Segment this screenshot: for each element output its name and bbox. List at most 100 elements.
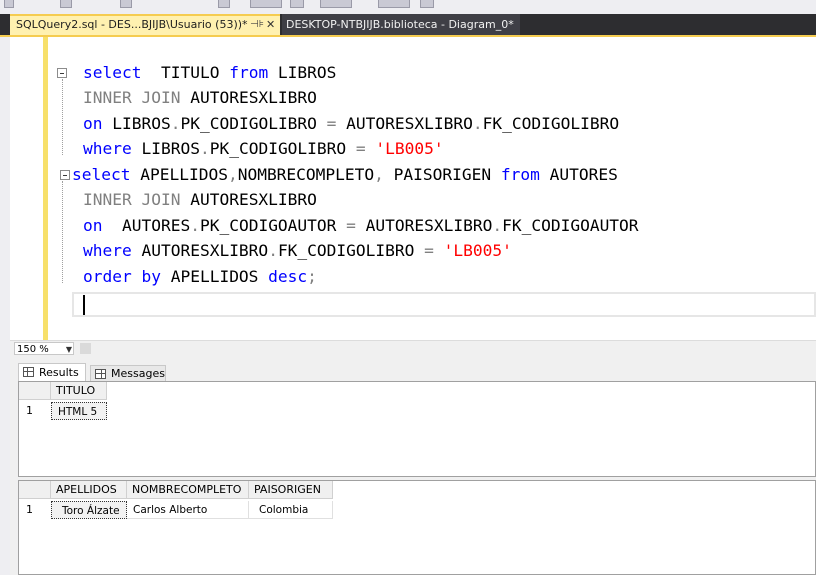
result-grid-2[interactable]: APELLIDOS NOMBRECOMPLETO PAISORIGEN 1 To…	[18, 480, 816, 575]
row-number[interactable]: 1	[19, 501, 51, 519]
toolbar-button[interactable]	[218, 0, 230, 8]
pin-icon[interactable]: ⊣⊧	[250, 16, 264, 34]
tab-label: DESKTOP-NTBJIJB.biblioteca - Diagram_0*	[286, 18, 514, 31]
toolbar-button[interactable]	[378, 0, 410, 8]
code-line: INNER JOIN AUTORESXLIBRO	[83, 187, 317, 213]
cell-apellidos[interactable]: Toro Álzate	[51, 501, 127, 519]
tab-label: SQLQuery2.sql - DES...BJIJB\Usuario (53)…	[16, 18, 248, 31]
code-line: where LIBROS.PK_CODIGOLIBRO = 'LB005'	[83, 136, 444, 162]
toolbar-button[interactable]	[60, 0, 72, 8]
code-token: LIBROS	[102, 114, 171, 133]
text-caret	[83, 295, 85, 315]
code-token: .	[472, 114, 483, 133]
toolbar-button[interactable]	[250, 0, 282, 8]
code-token: TITULO	[141, 63, 230, 82]
row-number[interactable]: 1	[19, 402, 51, 420]
toolbar-button[interactable]	[290, 0, 304, 8]
cell-titulo[interactable]: HTML 5	[51, 402, 107, 420]
collapse-icon[interactable]	[57, 68, 67, 78]
toolbar-button[interactable]	[120, 0, 132, 8]
code-token: FK_CODIGOAUTOR	[502, 216, 639, 235]
messages-icon	[95, 369, 106, 379]
toolbar-button[interactable]	[4, 0, 14, 8]
column-header-nombrecompleto[interactable]: NOMBRECOMPLETO	[127, 481, 249, 499]
code-token: select	[72, 165, 131, 184]
code-token: =	[326, 114, 337, 133]
code-token: APELLIDOS	[160, 267, 269, 286]
code-token: PK_CODIGOAUTOR	[199, 216, 347, 235]
current-line-highlight	[72, 292, 816, 317]
horizontal-scroll-left-button[interactable]	[80, 343, 91, 354]
editor-status-bar: 150 % ▼	[10, 340, 816, 357]
column-header-apellidos[interactable]: APELLIDOS	[51, 481, 127, 499]
code-line: where AUTORESXLIBRO.FK_CODIGOLIBRO = 'LB…	[83, 238, 512, 264]
code-line: select APELLIDOS,NOMBRECOMPLETO, PAISORI…	[72, 162, 618, 188]
code-token: AUTORES	[539, 165, 618, 184]
chevron-down-icon: ▼	[65, 345, 72, 354]
code-token: LIBROS	[268, 63, 337, 82]
cell-paisorigen[interactable]: Colombia	[249, 501, 333, 519]
code-token: ,	[374, 165, 384, 184]
toolbar-button[interactable]	[420, 0, 434, 8]
close-icon[interactable]: ✕	[266, 16, 275, 34]
code-token: desc	[268, 267, 308, 286]
code-token: PAISORIGEN	[383, 165, 501, 184]
toolbar	[0, 0, 816, 14]
code-token: 'LB005'	[375, 139, 444, 158]
code-token: APELLIDOS	[130, 165, 228, 184]
code-line: on LIBROS. PK_CODIGOLIBRO = AUTORESXLIBRO…	[83, 111, 619, 137]
code-token: on	[83, 216, 103, 235]
outline-guide	[62, 79, 64, 155]
tab-messages-label: Messages	[111, 367, 165, 380]
code-token: .	[199, 139, 210, 158]
code-token: AUTORESXLIBRO	[131, 241, 269, 260]
code-token: LIBROS	[131, 139, 200, 158]
code-token: AUTORESXLIBRO	[180, 88, 317, 107]
grid-corner[interactable]	[19, 481, 51, 499]
tab-results[interactable]: Results	[18, 363, 86, 381]
query-editor[interactable]: select TITULO from LIBROS INNER JOIN AUT…	[10, 37, 816, 340]
code-token: on	[83, 114, 103, 133]
tab-results-label: Results	[39, 366, 79, 379]
result-grid-1[interactable]: TITULO 1 HTML 5	[18, 381, 816, 477]
code-token: =	[424, 241, 434, 260]
code-line: INNER JOIN AUTORESXLIBRO	[83, 85, 317, 111]
results-pane: Results Messages TITULO 1 HTML 5 APELLID…	[10, 357, 816, 575]
code-token: from	[500, 165, 540, 184]
tab-messages[interactable]: Messages	[90, 365, 166, 381]
change-indicator-margin	[43, 37, 48, 340]
code-line: on AUTORES.PK_CODIGOAUTOR = AUTORESXLIBR…	[83, 213, 639, 239]
column-header-paisorigen[interactable]: PAISORIGEN	[249, 481, 333, 499]
code-token: select	[83, 63, 142, 82]
code-token: ;	[307, 267, 317, 286]
grid-corner[interactable]	[19, 382, 51, 400]
code-token: AUTORESXLIBRO	[355, 216, 493, 235]
outline-guide	[62, 181, 64, 283]
code-token: =	[355, 139, 366, 158]
tab-diagram[interactable]: DESKTOP-NTBJIJB.biblioteca - Diagram_0*	[282, 14, 520, 35]
code-token: from	[229, 63, 269, 82]
collapse-icon[interactable]	[60, 170, 70, 180]
grid-icon	[23, 367, 34, 377]
tab-sqlquery2[interactable]: SQLQuery2.sql - DES...BJIJB\Usuario (53)…	[10, 14, 280, 35]
code-token: where	[83, 139, 132, 158]
code-token: INNER JOIN	[83, 190, 181, 209]
code-line: order by APELLIDOS desc;	[83, 264, 317, 290]
code-token: PK_CODIGOLIBRO	[180, 114, 327, 133]
zoom-value: 150 %	[17, 344, 49, 355]
zoom-select[interactable]: 150 % ▼	[14, 342, 74, 355]
code-token: .	[492, 216, 503, 235]
column-header-titulo[interactable]: TITULO	[51, 382, 107, 400]
document-tab-strip: SQLQuery2.sql - DES...BJIJB\Usuario (53)…	[0, 14, 816, 35]
code-token: =	[346, 216, 356, 235]
toolbar-button[interactable]	[320, 0, 352, 8]
code-token: NOMBRECOMPLETO	[237, 165, 375, 184]
code-token: .	[190, 216, 200, 235]
cell-nombrecompleto[interactable]: Carlos Alberto	[127, 501, 249, 519]
code-token: 'LB005'	[443, 241, 512, 260]
code-line: select TITULO from LIBROS	[83, 60, 336, 86]
code-token: where	[83, 241, 132, 260]
code-token: FK_CODIGOLIBRO	[482, 114, 620, 133]
code-token: PK_CODIGOLIBRO	[209, 139, 356, 158]
